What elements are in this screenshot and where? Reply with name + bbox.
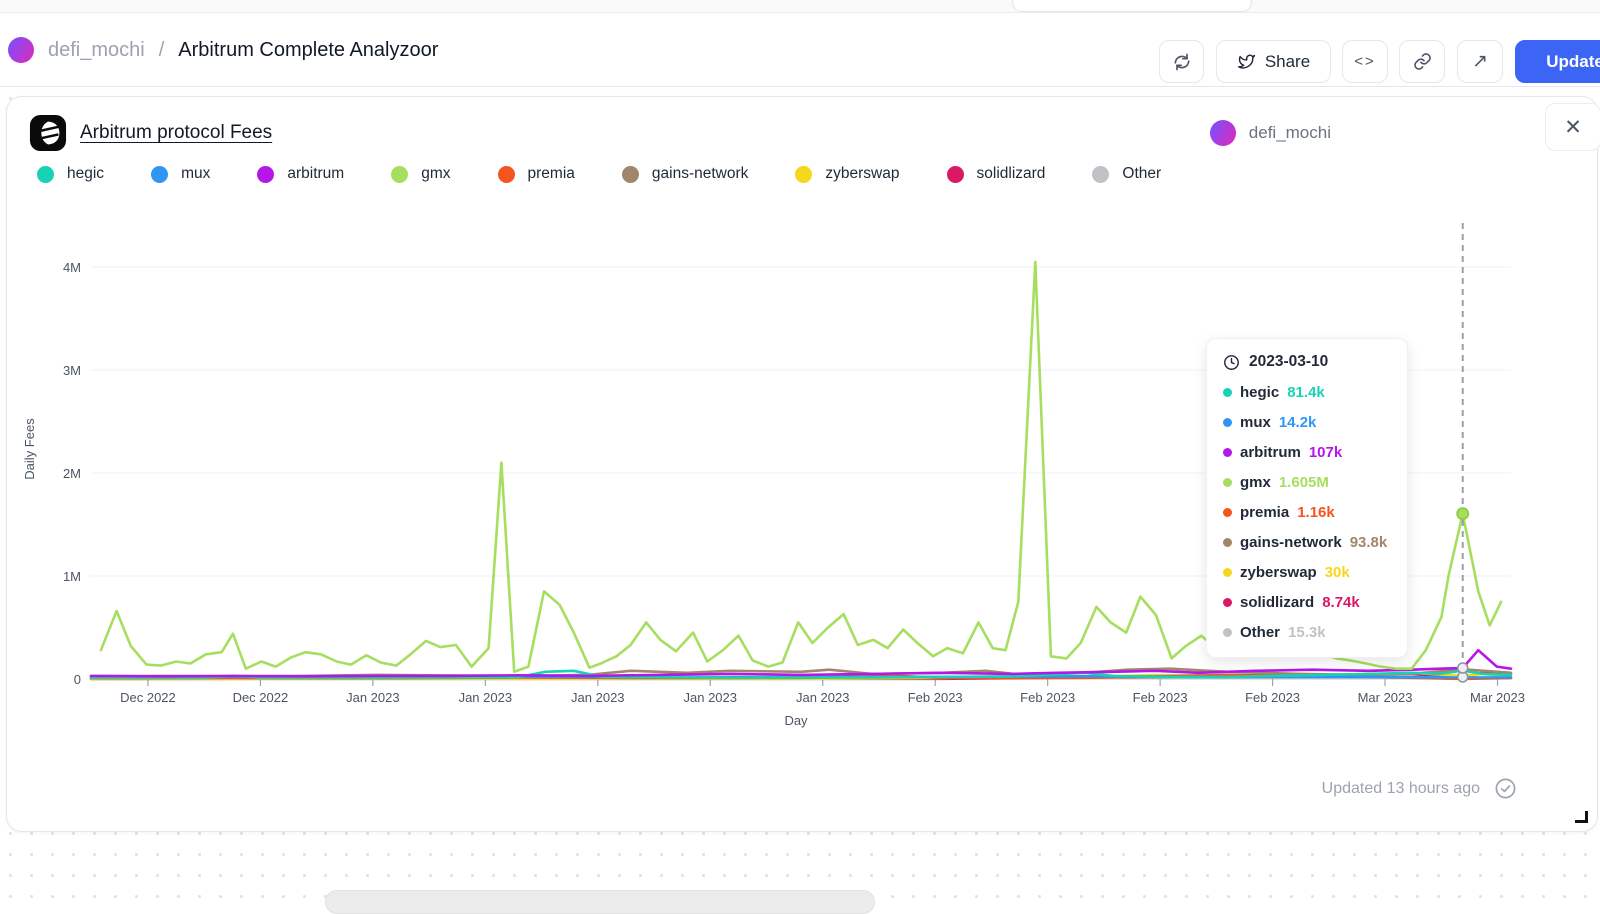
x-tick-label: Jan 2023 xyxy=(684,690,738,705)
tooltip-series-value: 107k xyxy=(1309,444,1342,461)
x-tick-label: Feb 2023 xyxy=(908,690,963,705)
x-tick-label: Jan 2023 xyxy=(459,690,513,705)
tooltip-dot xyxy=(1223,418,1232,427)
check-circle-icon[interactable] xyxy=(1494,777,1517,800)
tooltip-series-name: gmx xyxy=(1240,474,1271,491)
cutoff-bottom-widget xyxy=(325,890,875,914)
copy-link-button[interactable] xyxy=(1399,40,1445,83)
tooltip-row-Other: Other 15.3k xyxy=(1223,624,1391,641)
tooltip-dot xyxy=(1223,448,1232,457)
tooltip-header: 2023-03-10 xyxy=(1223,353,1391,371)
y-tick-label: 2M xyxy=(63,466,81,481)
x-tick-label: Jan 2023 xyxy=(571,690,625,705)
x-tick-label: Mar 2023 xyxy=(1358,690,1413,705)
update-button[interactable]: Update xyxy=(1515,40,1600,83)
dashboard-header: defi_mochi / Arbitrum Complete Analyzoor… xyxy=(0,13,1600,87)
tooltip-row-gmx: gmx 1.605M xyxy=(1223,474,1391,491)
tooltip-series-value: 30k xyxy=(1325,564,1350,581)
hover-marker-gmx xyxy=(1457,508,1468,519)
tooltip-series-value: 15.3k xyxy=(1288,624,1326,641)
resize-handle[interactable] xyxy=(1575,811,1588,823)
x-axis-title: Day xyxy=(784,713,808,728)
updated-status: Updated 13 hours ago xyxy=(1322,777,1517,800)
dashboard-canvas: Arbitrum protocol Fees defi_mochi ✕ hegi… xyxy=(0,88,1600,900)
tooltip-dot xyxy=(1223,508,1232,517)
tooltip-series-value: 8.74k xyxy=(1322,594,1360,611)
x-tick-label: Jan 2023 xyxy=(796,690,850,705)
tooltip-row-hegic: hegic 81.4k xyxy=(1223,384,1391,401)
tooltip-series-value: 14.2k xyxy=(1279,414,1317,431)
tooltip-row-zyberswap: zyberswap 30k xyxy=(1223,564,1391,581)
refresh-icon xyxy=(1172,52,1192,72)
y-tick-label: 1M xyxy=(63,569,81,584)
tooltip-series-name: premia xyxy=(1240,504,1289,521)
x-tick-label: Dec 2022 xyxy=(233,690,289,705)
breadcrumb-separator: / xyxy=(159,39,165,62)
tooltip-series-name: zyberswap xyxy=(1240,564,1317,581)
tooltip-series-value: 81.4k xyxy=(1287,384,1325,401)
tooltip-row-mux: mux 14.2k xyxy=(1223,414,1391,431)
link-icon xyxy=(1413,52,1432,71)
tooltip-series-name: arbitrum xyxy=(1240,444,1301,461)
y-axis-title: Daily Fees xyxy=(22,418,37,480)
chart-widget-card: Arbitrum protocol Fees defi_mochi ✕ hegi… xyxy=(6,96,1598,832)
breadcrumb-user[interactable]: defi_mochi xyxy=(48,39,145,62)
tooltip-dot xyxy=(1223,628,1232,637)
x-tick-label: Feb 2023 xyxy=(1020,690,1075,705)
x-tick-label: Jan 2023 xyxy=(346,690,400,705)
y-tick-label: 3M xyxy=(63,363,81,378)
refresh-button[interactable] xyxy=(1159,40,1204,83)
cutoff-popover xyxy=(1012,0,1252,12)
tooltip-series-value: 1.16k xyxy=(1297,504,1335,521)
tooltip-dot xyxy=(1223,388,1232,397)
page-title: Arbitrum Complete Analyzoor xyxy=(178,39,438,62)
tooltip-series-name: hegic xyxy=(1240,384,1279,401)
tooltip-row-gains-network: gains-network 93.8k xyxy=(1223,534,1391,551)
tooltip-rows: hegic 81.4k mux 14.2k arbitrum 107k gmx 1.605M p… xyxy=(1223,384,1391,641)
share-label: Share xyxy=(1265,52,1310,72)
tooltip-series-value: 1.605M xyxy=(1279,474,1329,491)
open-external-button[interactable]: ↗ xyxy=(1457,40,1503,83)
tooltip-series-name: mux xyxy=(1240,414,1271,431)
x-tick-label: Dec 2022 xyxy=(120,690,176,705)
tooltip-dot xyxy=(1223,598,1232,607)
x-tick-label: Feb 2023 xyxy=(1245,690,1300,705)
share-button[interactable]: Share xyxy=(1216,40,1331,83)
embed-code-button[interactable]: <> xyxy=(1342,40,1388,83)
arrow-up-right-icon: ↗ xyxy=(1472,50,1488,73)
tooltip-dot xyxy=(1223,568,1232,577)
y-tick-label: 4M xyxy=(63,260,81,275)
tooltip-series-value: 93.8k xyxy=(1350,534,1388,551)
clock-icon xyxy=(1223,354,1240,371)
tooltip-dot xyxy=(1223,478,1232,487)
tooltip-series-name: Other xyxy=(1240,624,1280,641)
updated-text: Updated 13 hours ago xyxy=(1322,780,1480,798)
user-avatar[interactable] xyxy=(8,37,34,63)
tooltip-row-solidlizard: solidlizard 8.74k xyxy=(1223,594,1391,611)
breadcrumb: defi_mochi / Arbitrum Complete Analyzoor xyxy=(8,13,438,87)
x-tick-label: Feb 2023 xyxy=(1133,690,1188,705)
hover-marker-arbitrum xyxy=(1458,663,1468,673)
x-tick-label: Mar 2023 xyxy=(1470,690,1525,705)
top-strip xyxy=(0,0,1600,13)
tooltip-series-name: gains-network xyxy=(1240,534,1342,551)
y-tick-label: 0 xyxy=(74,672,81,687)
tooltip-row-premia: premia 1.16k xyxy=(1223,504,1391,521)
update-label: Update xyxy=(1546,52,1600,72)
tooltip-dot xyxy=(1223,538,1232,547)
tooltip-date: 2023-03-10 xyxy=(1249,353,1328,371)
tooltip-series-name: solidlizard xyxy=(1240,594,1314,611)
tooltip-row-arbitrum: arbitrum 107k xyxy=(1223,444,1391,461)
twitter-icon xyxy=(1237,53,1256,70)
chart-tooltip: 2023-03-10 hegic 81.4k mux 14.2k arbitrum 107… xyxy=(1206,338,1408,658)
code-icon: <> xyxy=(1354,53,1376,70)
